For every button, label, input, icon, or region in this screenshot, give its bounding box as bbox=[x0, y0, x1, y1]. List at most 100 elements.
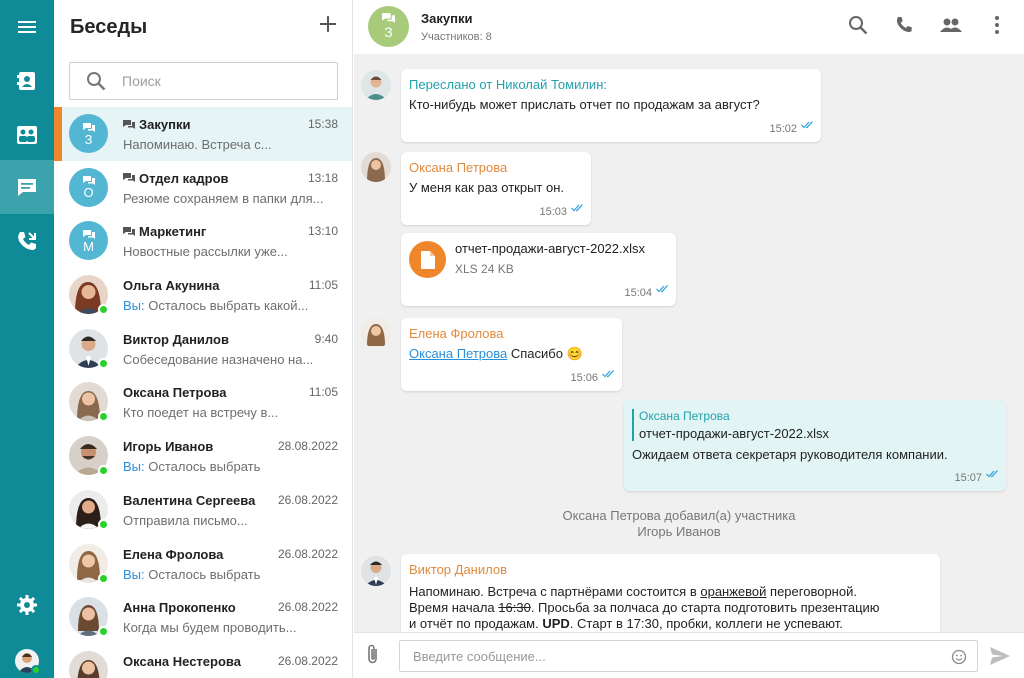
double-check-icon bbox=[986, 465, 999, 483]
emoji-icon bbox=[951, 649, 967, 665]
text-run: переговорной. bbox=[766, 584, 857, 599]
list-item[interactable]: Игорь Иванов 28.08.2022 Вы: Осталось выб… bbox=[54, 429, 352, 483]
text-run: . Старт в 17:30, пробки, коллеги не успе… bbox=[569, 616, 843, 631]
message-input[interactable]: Введите сообщение... bbox=[399, 640, 978, 672]
text-run: Время начала bbox=[409, 600, 499, 615]
more-vertical-icon bbox=[994, 15, 1000, 40]
list-item[interactable]: Анна Прокопенко 26.08.2022 Когда мы буде… bbox=[54, 590, 352, 644]
message-bubble[interactable]: Оксана Петрова У меня как раз открыт он.… bbox=[401, 152, 591, 225]
list-item[interactable]: Валентина Сергеева 26.08.2022 Отправила … bbox=[54, 483, 352, 537]
chats-button[interactable] bbox=[0, 160, 54, 214]
calls-button[interactable] bbox=[0, 214, 54, 268]
send-button[interactable] bbox=[989, 646, 1011, 671]
conversation-time: 26.08.2022 bbox=[277, 600, 338, 615]
message-time: 15:04 bbox=[624, 287, 652, 299]
list-item[interactable]: О Отдел кадров 13:18 Резюме сохраняем в … bbox=[54, 161, 352, 215]
new-conversation-button[interactable] bbox=[316, 14, 340, 38]
list-item[interactable]: Ольга Акунина 11:05 Вы: Осталось выбрать… bbox=[54, 268, 352, 322]
menu-button[interactable] bbox=[0, 0, 54, 54]
online-indicator bbox=[98, 411, 109, 423]
emoji-button[interactable] bbox=[951, 649, 967, 670]
message-time: 15:02 bbox=[769, 123, 797, 135]
conversation-preview: Когда мы будем проводить... bbox=[123, 620, 297, 636]
conversation-time: 28.08.2022 bbox=[277, 439, 338, 454]
conversation-time: 11:05 bbox=[308, 278, 338, 293]
list-item[interactable]: З Закупки 15:38 Напоминаю. Встреча с... bbox=[54, 107, 352, 161]
conversation-preview: Кто поедет на встречу в... bbox=[123, 405, 279, 421]
message-composer: Введите сообщение... bbox=[354, 632, 1024, 678]
chat-panel: З Закупки Участников: 8 Переслано от Ник… bbox=[354, 0, 1024, 678]
online-indicator bbox=[98, 304, 109, 316]
directory-icon bbox=[16, 125, 38, 145]
conversation-name: Ольга Акунина bbox=[123, 278, 220, 293]
group-chat-icon bbox=[82, 122, 95, 132]
group-chat-icon bbox=[123, 173, 135, 183]
search-icon bbox=[848, 15, 868, 40]
conversation-list-header: Беседы bbox=[54, 0, 352, 55]
conversation-name: Оксана Петрова bbox=[123, 385, 226, 400]
participants-button[interactable] bbox=[939, 15, 963, 39]
own-message-bubble[interactable]: Оксана Петрова отчет-продажи-август-2022… bbox=[624, 400, 1006, 491]
message-bubble[interactable]: Переслано от Николай Томилин: Кто-нибудь… bbox=[401, 69, 821, 142]
profile-button[interactable] bbox=[0, 634, 54, 678]
double-check-icon bbox=[656, 280, 669, 298]
search-placeholder: Поиск bbox=[122, 73, 161, 89]
message-text: У меня как раз открыт он. bbox=[409, 180, 565, 195]
message-bubble[interactable]: Виктор Данилов Напоминаю. Встреча с парт… bbox=[401, 554, 940, 644]
message-bubble[interactable]: Елена Фролова Оксана Петрова Спасибо 😊 1… bbox=[401, 318, 622, 391]
list-item[interactable]: Оксана Петрова 11:05 Кто поедет на встре… bbox=[54, 375, 352, 429]
file-message[interactable]: отчет-продажи-август-2022.xlsx XLS 24 KB… bbox=[401, 233, 676, 306]
conversation-preview: Напоминаю. Встреча с... bbox=[123, 137, 272, 152]
system-message-line: Оксана Петрова добавил(а) участника bbox=[562, 508, 796, 523]
online-indicator bbox=[98, 357, 109, 369]
message-text: Оксана Петрова Спасибо 😊 bbox=[409, 346, 583, 362]
search-input[interactable]: Поиск bbox=[69, 62, 338, 100]
conversation-name-text: Елена Фролова bbox=[123, 546, 224, 562]
message-text-body: Спасибо 😊 bbox=[510, 346, 583, 361]
conversation-time: 26.08.2022 bbox=[277, 653, 338, 668]
quoted-message[interactable]: Оксана Петрова отчет-продажи-август-2022… bbox=[632, 409, 829, 441]
avatar bbox=[361, 70, 391, 100]
group-avatar: М bbox=[69, 221, 108, 261]
conversation-name-text: Виктор Данилов bbox=[123, 331, 229, 347]
system-message-line: Игорь Иванов bbox=[637, 524, 721, 539]
file-name: отчет-продажи-август-2022.xlsx bbox=[455, 241, 646, 256]
chat-title: Закупки bbox=[421, 11, 473, 26]
avatar bbox=[361, 318, 391, 348]
conversation-name: Виктор Данилов bbox=[123, 332, 229, 347]
conversation-name-text: Оксана Нестерова bbox=[123, 653, 241, 669]
call-button[interactable] bbox=[892, 15, 916, 39]
message-text: Напоминаю. Встреча с партнёрами состоитс… bbox=[409, 584, 880, 632]
conversation-name-text: Ольга Акунина bbox=[123, 278, 220, 294]
contacts-button[interactable] bbox=[0, 54, 54, 108]
mention-link[interactable]: Оксана Петрова bbox=[409, 346, 507, 361]
more-options-button[interactable] bbox=[985, 15, 1009, 39]
conversation-preview: Резюме сохраняем в папки для... bbox=[123, 190, 324, 206]
search-button[interactable] bbox=[846, 15, 870, 39]
conversation-name-text: Анна Прокопенко bbox=[123, 600, 236, 616]
list-item[interactable]: Елена Фролова 26.08.2022 Вы: Осталось вы… bbox=[54, 537, 352, 591]
quote-author: Оксана Петрова bbox=[639, 409, 730, 423]
quote-text: отчет-продажи-август-2022.xlsx bbox=[639, 426, 830, 441]
settings-button[interactable] bbox=[0, 578, 54, 632]
list-item[interactable]: Виктор Данилов 9:40 Собеседование назнач… bbox=[54, 322, 352, 376]
chat-subtitle: Участников: 8 bbox=[421, 31, 492, 43]
message-author: Елена Фролова bbox=[409, 326, 504, 341]
strikethrough-text: 16:30 bbox=[498, 600, 531, 615]
contacts-icon bbox=[17, 70, 37, 92]
bold-text: UPD bbox=[542, 616, 570, 631]
online-indicator bbox=[98, 518, 109, 530]
conversation-preview: Вы: Осталось выбрать bbox=[123, 459, 338, 474]
conversation-name-text: Игорь Иванов bbox=[123, 439, 214, 455]
avatar bbox=[361, 556, 391, 586]
list-item[interactable]: Оксана Нестерова 26.08.2022 bbox=[54, 644, 352, 678]
list-item[interactable]: М Маркетинг 13:10 Новостные рассылки уже… bbox=[54, 214, 352, 268]
message-text: Кто-нибудь может прислать отчет по прода… bbox=[409, 97, 760, 112]
conversation-name: Отдел кадров bbox=[123, 171, 229, 186]
attach-button[interactable] bbox=[364, 644, 382, 671]
avatar-letter: З bbox=[384, 24, 393, 40]
calls-icon bbox=[16, 230, 38, 252]
directory-button[interactable] bbox=[0, 108, 54, 162]
forwarded-from: Переслано от Николай Томилин: bbox=[409, 77, 607, 92]
message-author: Оксана Петрова bbox=[409, 160, 508, 175]
